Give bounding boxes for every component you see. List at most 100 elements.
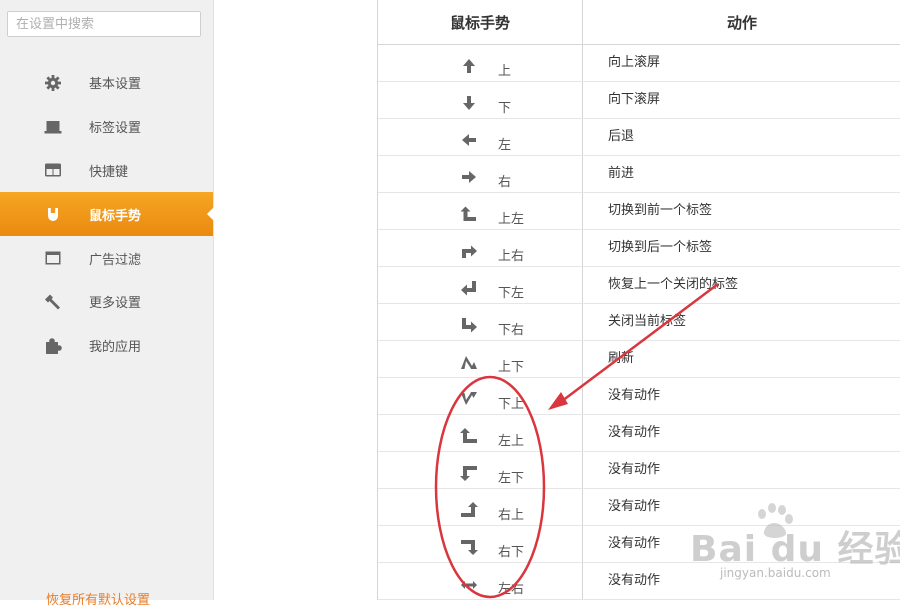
gesture-cell: 左 (378, 119, 583, 155)
arrow-left-down-icon (460, 466, 477, 481)
arrow-left-up-icon (460, 428, 477, 443)
table-row[interactable]: 上左 切换到前一个标签 (378, 193, 900, 230)
action-cell[interactable]: 前进 (583, 156, 900, 192)
arrow-left-right-icon (461, 581, 477, 589)
header-gesture: 鼠标手势 (378, 0, 583, 44)
action-label: 没有动作 (608, 499, 661, 514)
sidebar-item-label: 基本设置 (89, 77, 142, 93)
action-cell[interactable]: 关闭当前标签 (583, 304, 900, 340)
gesture-label: 左下 (498, 471, 525, 486)
table-row[interactable]: 右下 没有动作 (378, 526, 900, 563)
sidebar-item-shortcuts[interactable]: 快捷键 (0, 149, 213, 193)
sidebar-item-label: 我的应用 (89, 340, 142, 356)
arrow-up-down-icon (461, 356, 477, 369)
action-label: 切换到前一个标签 (608, 203, 713, 218)
gesture-cell: 下左 (378, 267, 583, 303)
gesture-label: 上 (498, 64, 512, 79)
sidebar-item-basic-settings[interactable]: 基本设置 (0, 61, 213, 105)
action-cell[interactable]: 没有动作 (583, 378, 900, 414)
layout-icon (44, 161, 62, 179)
gesture-cell: 左上 (378, 415, 583, 451)
sidebar: 基本设置 标签设置 快捷键 鼠标手势 广告过滤 (0, 0, 214, 608)
table-row[interactable]: 左上 没有动作 (378, 415, 900, 452)
laptop-icon (44, 118, 62, 136)
gesture-cell: 下上 (378, 378, 583, 414)
sidebar-item-more-settings[interactable]: 更多设置 (0, 280, 213, 324)
restore-defaults-link[interactable]: 恢复所有默认设置 (46, 589, 150, 608)
search-box (7, 11, 201, 37)
table-row[interactable]: 右上 没有动作 (378, 489, 900, 526)
arrow-left-icon (462, 134, 476, 146)
action-cell[interactable]: 刷新 (583, 341, 900, 377)
action-cell[interactable]: 没有动作 (583, 526, 900, 562)
table-row[interactable]: 左 后退 (378, 119, 900, 156)
mouse-icon (44, 205, 62, 223)
table-row[interactable]: 下左 恢复上一个关闭的标签 (378, 267, 900, 304)
sidebar-item-ad-filter[interactable]: 广告过滤 (0, 236, 213, 280)
arrow-down-up-icon (461, 392, 477, 405)
arrow-down-left-icon (461, 281, 476, 296)
table-row[interactable]: 上下 刷新 (378, 341, 900, 378)
action-label: 没有动作 (608, 462, 661, 477)
gesture-cell: 上左 (378, 193, 583, 229)
action-label: 没有动作 (608, 388, 661, 403)
action-cell[interactable]: 没有动作 (583, 489, 900, 525)
sidebar-item-label: 更多设置 (89, 296, 142, 312)
table-row[interactable]: 上右 切换到后一个标签 (378, 230, 900, 267)
action-label: 没有动作 (608, 573, 661, 588)
table-row[interactable]: 左下 没有动作 (378, 452, 900, 489)
arrow-right-up-icon (461, 502, 478, 517)
action-label: 恢复上一个关闭的标签 (608, 277, 739, 292)
action-cell[interactable]: 向下滚屏 (583, 82, 900, 118)
gesture-cell: 下 (378, 82, 583, 118)
sidebar-item-tab-settings[interactable]: 标签设置 (0, 105, 213, 149)
table-row[interactable]: 下 向下滚屏 (378, 82, 900, 119)
table-row[interactable]: 上 向上滚屏 (378, 45, 900, 82)
gesture-cell: 左右 (378, 563, 583, 599)
arrow-down-icon (463, 96, 475, 110)
action-label: 前进 (608, 166, 635, 181)
sidebar-nav: 基本设置 标签设置 快捷键 鼠标手势 广告过滤 更多设置 我的应用 (0, 61, 214, 368)
action-label: 关闭当前标签 (608, 314, 687, 329)
gesture-cell: 上右 (378, 230, 583, 266)
action-cell[interactable]: 后退 (583, 119, 900, 155)
gesture-cell: 左下 (378, 452, 583, 488)
table-row[interactable]: 右 前进 (378, 156, 900, 193)
sidebar-item-label: 标签设置 (89, 121, 142, 137)
action-cell[interactable]: 切换到前一个标签 (583, 193, 900, 229)
table-row[interactable]: 下右 关闭当前标签 (378, 304, 900, 341)
gesture-cell: 上下 (378, 341, 583, 377)
table-row[interactable]: 左右 没有动作 (378, 563, 900, 600)
sidebar-item-label: 广告过滤 (89, 252, 142, 268)
gesture-label: 上下 (498, 360, 525, 375)
gesture-label: 下上 (498, 397, 525, 412)
wrench-icon (44, 293, 62, 311)
action-cell[interactable]: 恢复上一个关闭的标签 (583, 267, 900, 303)
table-row[interactable]: 下上 没有动作 (378, 378, 900, 415)
action-cell[interactable]: 没有动作 (583, 415, 900, 451)
search-input[interactable] (8, 12, 200, 36)
gear-icon (44, 74, 62, 92)
gesture-label: 左 (498, 138, 512, 153)
sidebar-item-my-apps[interactable]: 我的应用 (0, 324, 213, 368)
arrow-down-right-icon (462, 318, 477, 333)
header-action: 动作 (726, 13, 757, 32)
action-cell[interactable]: 向上滚屏 (583, 45, 900, 81)
action-label: 没有动作 (608, 536, 661, 551)
action-cell[interactable]: 切换到后一个标签 (583, 230, 900, 266)
action-label: 切换到后一个标签 (608, 240, 713, 255)
action-cell[interactable]: 没有动作 (583, 452, 900, 488)
gesture-table: 鼠标手势 动作 上 向上滚屏 下 向下滚屏 左 后退 右 前进 上左 切换到前一… (377, 0, 900, 600)
gesture-cell: 下右 (378, 304, 583, 340)
action-label: 没有动作 (608, 425, 661, 440)
puzzle-icon (44, 337, 62, 355)
gesture-label: 右上 (498, 508, 525, 523)
gesture-label: 上左 (498, 212, 525, 227)
sidebar-item-mouse-gestures[interactable]: 鼠标手势 (0, 192, 214, 237)
action-cell[interactable]: 没有动作 (583, 563, 900, 599)
gesture-cell: 上 (378, 45, 583, 81)
gesture-label: 右 (498, 175, 512, 190)
arrow-right-icon (462, 171, 476, 183)
table-header: 鼠标手势 动作 (378, 0, 900, 45)
arrow-right-down-icon (461, 540, 478, 555)
